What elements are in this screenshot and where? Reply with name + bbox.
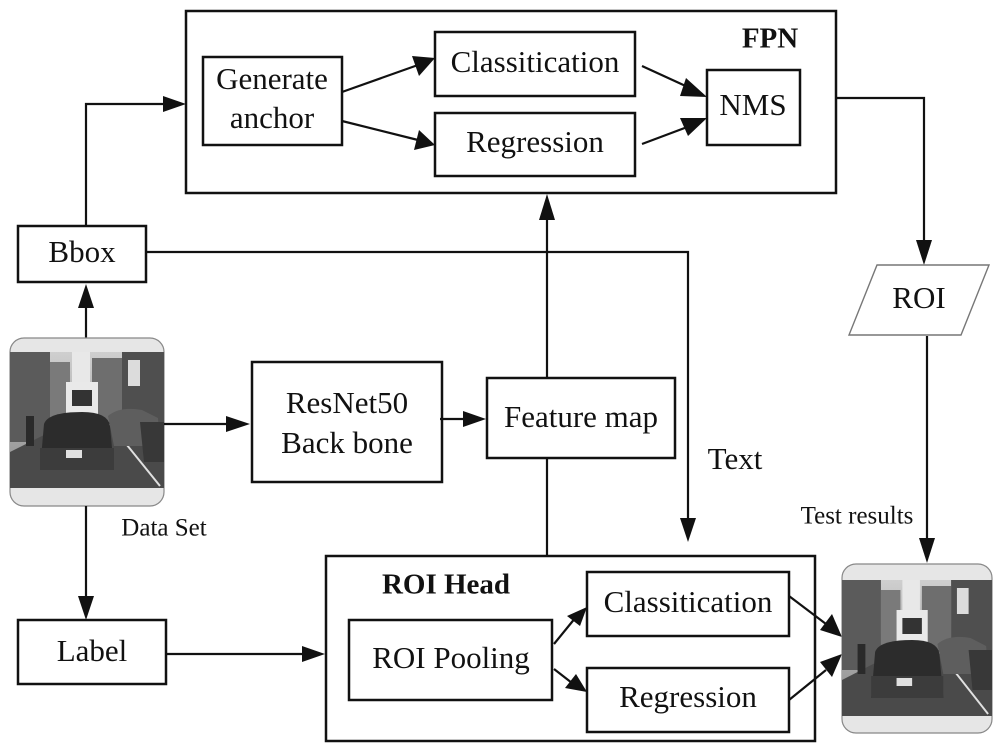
backbone-label-line2: Back bone	[281, 425, 413, 460]
arrowhead	[226, 416, 250, 432]
test-results-image	[841, 563, 993, 734]
feature-map-label: Feature map	[504, 399, 658, 434]
generate-anchor-label-line2: anchor	[230, 100, 315, 135]
arrowhead	[78, 596, 94, 620]
arrowhead	[78, 284, 94, 308]
arrowhead	[463, 411, 486, 427]
text-label: Text	[708, 441, 763, 476]
arrowhead	[163, 96, 186, 112]
roi-regression-label: Regression	[619, 679, 757, 714]
arrowhead	[539, 194, 555, 220]
generate-anchor-label-line1: Generate	[216, 61, 328, 96]
roi-label: ROI	[892, 280, 945, 315]
roi-classification-label: Classitication	[604, 584, 773, 619]
fpn-classification-label: Classitication	[451, 44, 620, 79]
arrowhead	[302, 646, 325, 662]
arrow-nms-to-roi	[836, 96, 926, 248]
backbone-box	[250, 360, 444, 484]
bbox-label: Bbox	[48, 234, 116, 269]
arrowhead	[680, 518, 696, 542]
pipeline-diagram: FPN Generate anchor Classitication Regre…	[9, 9, 993, 743]
nms-label: NMS	[719, 87, 786, 122]
arrowhead	[919, 538, 935, 563]
dataset-label: Data Set	[121, 515, 206, 542]
backbone-label-line1: ResNet50	[286, 385, 408, 420]
arrowhead	[820, 614, 842, 637]
arrowhead	[916, 240, 932, 265]
arrow-bbox-to-fpn	[84, 102, 168, 226]
test-results-label: Test results	[801, 503, 914, 530]
fpn-regression-label: Regression	[466, 124, 604, 159]
roi-head-title: ROI Head	[382, 569, 510, 601]
roi-pooling-label: ROI Pooling	[372, 640, 530, 675]
label-label: Label	[57, 633, 128, 668]
dataset-image	[9, 337, 165, 507]
fpn-title: FPN	[742, 23, 798, 55]
